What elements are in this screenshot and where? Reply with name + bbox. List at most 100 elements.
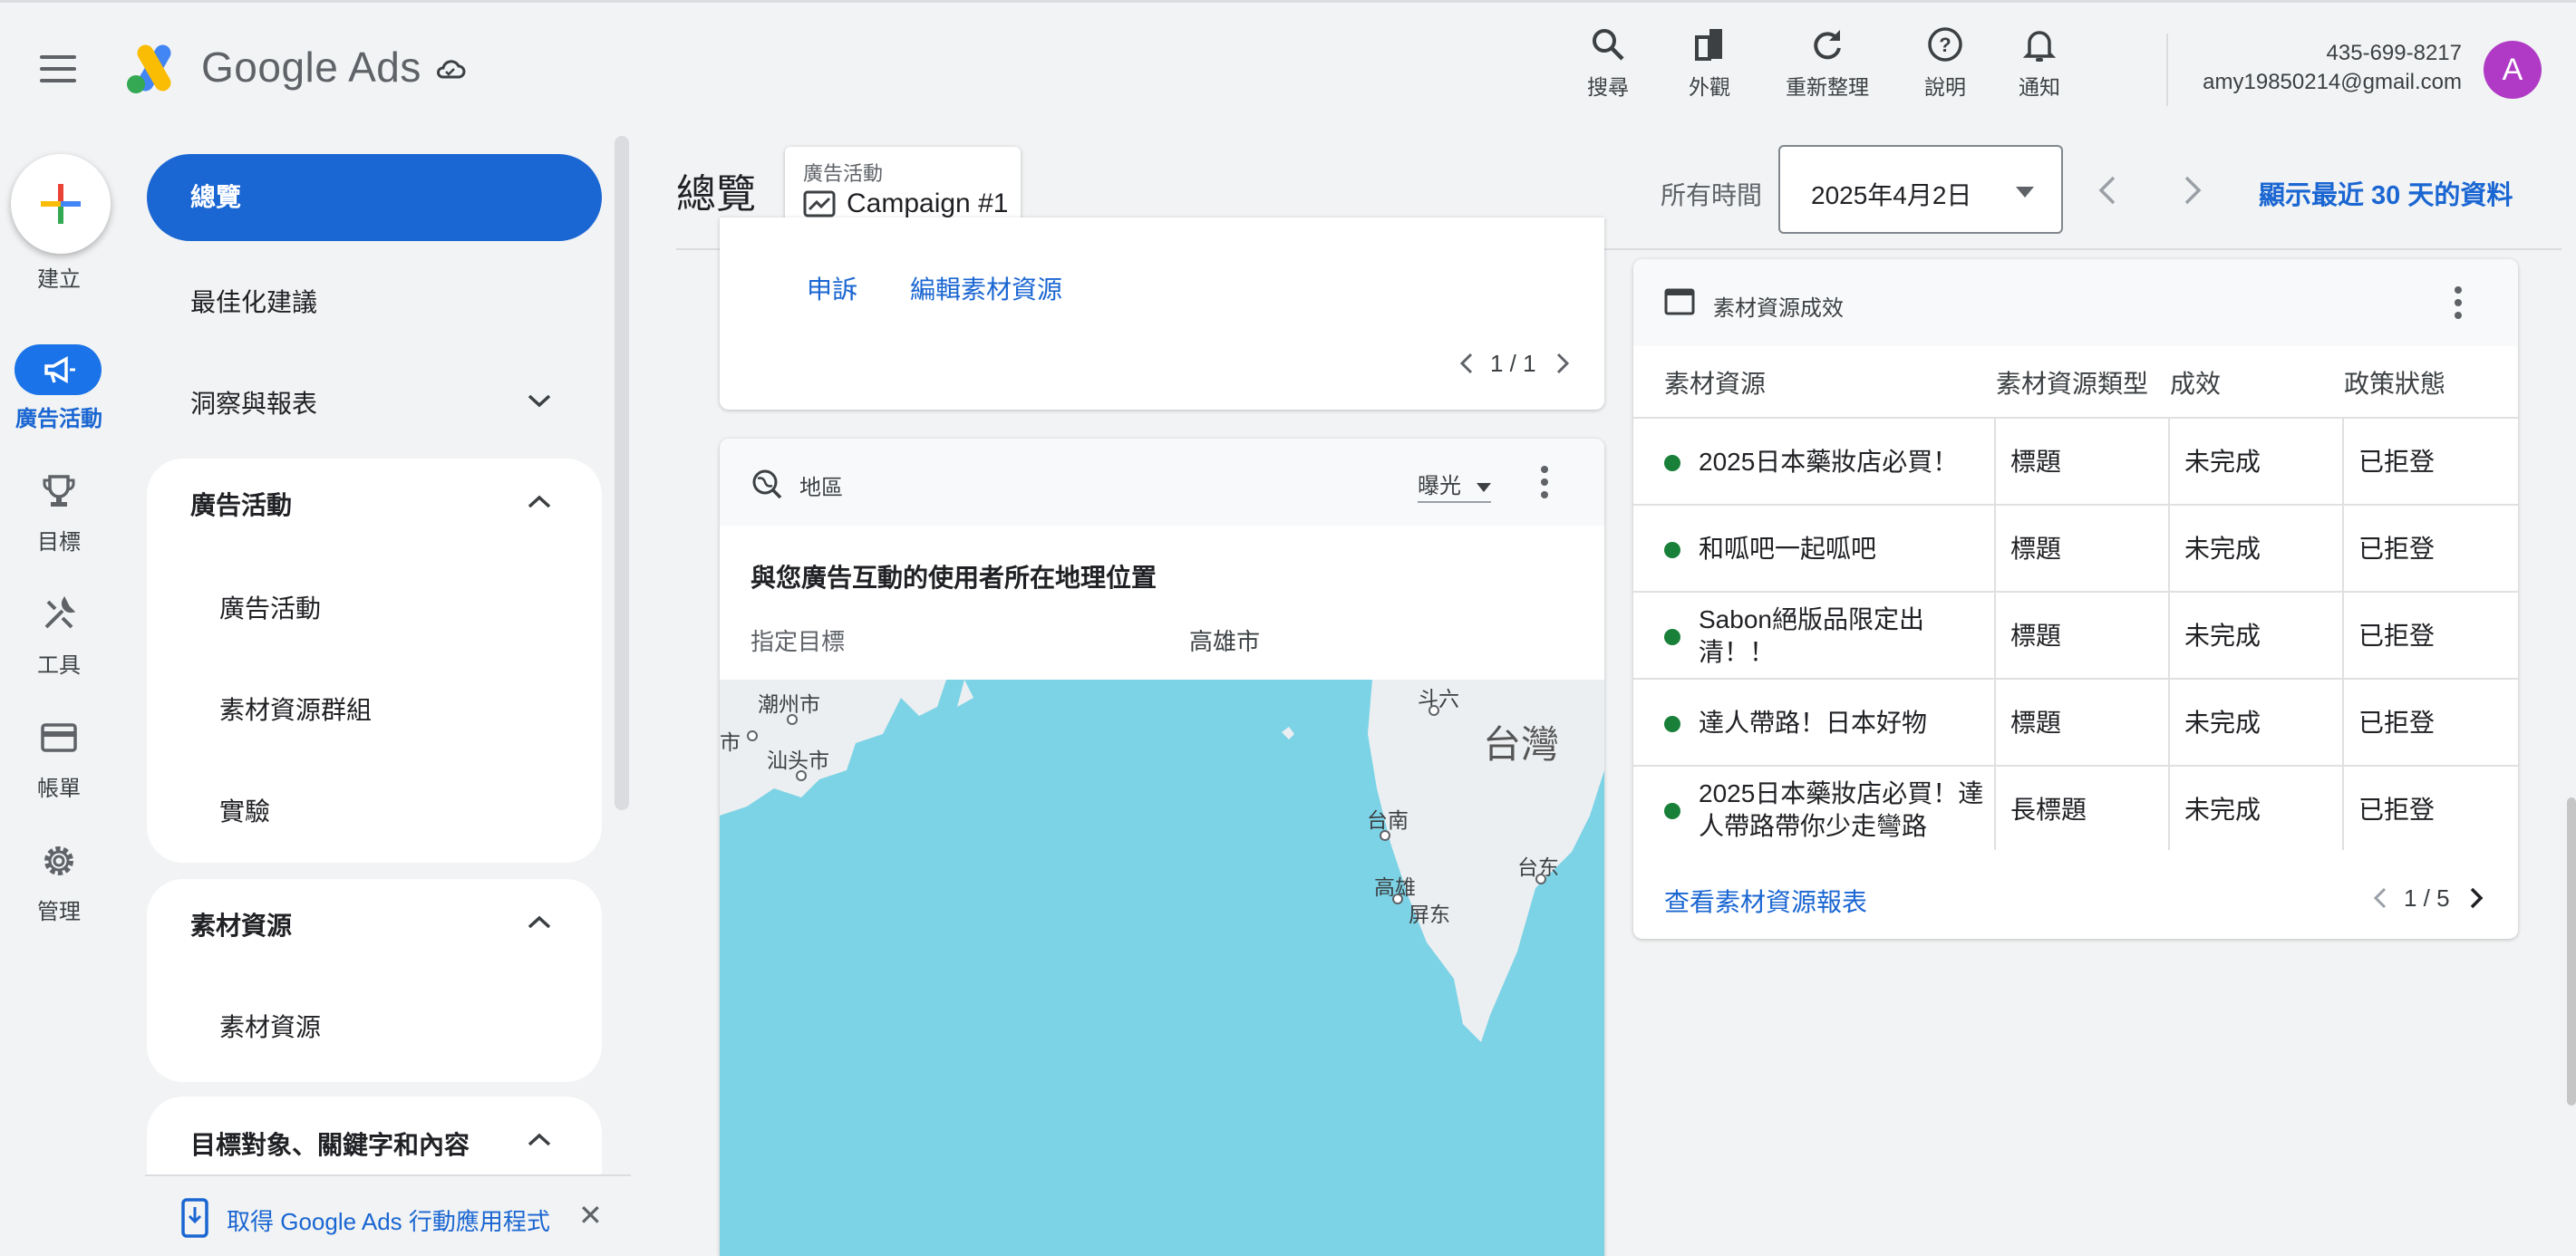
previous-period-icon[interactable]	[2094, 172, 2121, 208]
page-scrollbar[interactable]	[2567, 797, 2576, 1106]
nav-section-campaigns[interactable]: 廣告活動	[190, 486, 292, 522]
asset-name: Sabon絕版品限定出清！！	[1699, 605, 1924, 666]
help-button[interactable]: ? 說明	[1891, 24, 2000, 101]
map-label: 汕头市	[767, 749, 829, 772]
table-row[interactable]: 達人帶路！日本好物 標題 未完成 已拒登	[1633, 678, 2518, 765]
nav-item-insights[interactable]: 洞察與報表	[190, 384, 317, 420]
campaign-chip-label: 廣告活動	[803, 162, 884, 185]
rail-label-billing[interactable]: 帳單	[0, 770, 118, 802]
account-email[interactable]: amy19850214@gmail.com	[2203, 70, 2462, 95]
megaphone-icon	[44, 355, 75, 384]
ad-preview-card: 申訴 編輯素材資源 1 / 1	[720, 217, 1604, 410]
nav-section-targeting[interactable]: 目標對象、關鍵字和內容	[190, 1126, 470, 1162]
notifications-label: 通知	[2019, 75, 2060, 99]
rail-item-billing[interactable]	[0, 718, 118, 758]
column-header-policy[interactable]: 政策狀態	[2344, 364, 2445, 401]
rail-item-goals[interactable]	[0, 471, 118, 511]
refresh-button[interactable]: 重新整理	[1773, 24, 1882, 101]
edit-asset-link[interactable]: 編輯素材資源	[910, 270, 1062, 306]
dropdown-caret-icon	[1476, 482, 1491, 492]
nav-item-assets[interactable]: 素材資源	[219, 1008, 321, 1044]
chevron-up-icon[interactable]	[526, 913, 553, 932]
view-asset-report-link[interactable]: 查看素材資源報表	[1664, 883, 1867, 919]
geo-col-target: 指定目標	[751, 628, 846, 655]
map-land	[720, 680, 1604, 1042]
column-divider	[2168, 417, 2170, 850]
brand-name[interactable]: Google Ads	[201, 43, 421, 92]
main-menu-icon[interactable]	[40, 55, 76, 82]
next-period-icon[interactable]	[2179, 172, 2206, 208]
google-ads-logo-icon[interactable]	[123, 41, 183, 95]
policy-status: 已拒登	[2358, 709, 2436, 737]
chevron-left-icon[interactable]	[2371, 884, 2389, 912]
rail-label-goals[interactable]: 目標	[0, 524, 118, 556]
appearance-button[interactable]: 外觀	[1655, 24, 1764, 101]
asset-name: 和呱吧一起呱吧	[1699, 535, 1877, 563]
status-dot	[1664, 629, 1680, 645]
geo-metric-select[interactable]: 曝光	[1418, 468, 1491, 503]
rail-item-tools[interactable]	[0, 594, 118, 634]
table-row[interactable]: Sabon絕版品限定出清！！ 標題 未完成 已拒登	[1633, 591, 2518, 678]
geo-map[interactable]: 潮州市 市 汕头市 斗六 台灣 台南 台东 高雄 屏东	[720, 680, 1604, 1256]
app-banner-text[interactable]: 取得 Google Ads 行動應用程式	[227, 1203, 550, 1237]
rail-label-tools[interactable]: 工具	[0, 647, 118, 679]
asset-type: 標題	[2010, 622, 2062, 650]
app-download-banner[interactable]: 取得 Google Ads 行動應用程式 ✕	[145, 1174, 631, 1256]
asset-type: 長標題	[2010, 796, 2087, 824]
column-header-performance[interactable]: 成效	[2170, 364, 2221, 401]
chevron-right-icon[interactable]	[1554, 350, 1572, 377]
rail-label-admin[interactable]: 管理	[0, 894, 118, 925]
show-last-30-days-link[interactable]: 顯示最近 30 天的資料	[2259, 174, 2513, 212]
chevron-right-icon[interactable]	[2467, 884, 2485, 912]
status-dot	[1664, 803, 1680, 819]
trophy-icon	[43, 475, 75, 507]
ad-preview-pager: 1 / 1	[1490, 350, 1536, 377]
chevron-up-icon[interactable]	[526, 1131, 553, 1149]
more-options-icon[interactable]	[2455, 286, 2462, 324]
map-city-dot	[787, 714, 798, 725]
more-options-icon[interactable]	[1541, 466, 1548, 504]
create-button[interactable]	[11, 154, 111, 254]
column-divider	[2342, 417, 2344, 850]
nav-item-asset-groups[interactable]: 素材資源群組	[219, 691, 372, 727]
cloud-sync-icon	[436, 60, 466, 79]
map-label: 市	[720, 730, 741, 754]
tools-icon	[44, 595, 76, 629]
window-icon	[1664, 288, 1695, 315]
rail-item-campaigns[interactable]	[0, 350, 118, 390]
asset-name: 2025日本藥妝店必買！	[1699, 448, 1959, 476]
chevron-up-icon[interactable]	[526, 493, 553, 511]
status-dot	[1664, 542, 1680, 558]
date-range-selector[interactable]: 2025年4月2日	[1778, 145, 2063, 234]
nav-item-recommendations[interactable]: 最佳化建議	[190, 283, 317, 319]
nav-item-campaigns[interactable]: 廣告活動	[219, 589, 321, 625]
column-header-type[interactable]: 素材資源類型	[1996, 364, 2148, 401]
account-phone[interactable]: 435-699-8217	[2327, 41, 2462, 66]
geo-metric-value: 曝光	[1418, 474, 1461, 498]
column-header-asset[interactable]: 素材資源	[1664, 364, 1766, 401]
map-label: 潮州市	[758, 692, 820, 716]
rail-item-admin[interactable]	[0, 841, 118, 881]
close-icon[interactable]: ✕	[578, 1198, 603, 1232]
table-row[interactable]: 和呱吧一起呱吧 標題 未完成 已拒登	[1633, 504, 2518, 591]
nav-item-overview[interactable]: 總覽	[147, 154, 602, 241]
chevron-down-icon[interactable]	[526, 391, 553, 410]
map-label: 台南	[1367, 808, 1409, 832]
nav-section-assets[interactable]: 素材資源	[190, 906, 292, 942]
geo-col-value: 高雄市	[1189, 628, 1261, 655]
nav-scrollbar[interactable]	[615, 136, 629, 810]
date-value: 2025年4月2日	[1811, 181, 1972, 209]
nav-item-experiments[interactable]: 實驗	[219, 792, 270, 828]
topbar-divider	[2166, 34, 2168, 106]
rail-label-campaigns[interactable]: 廣告活動	[0, 401, 118, 432]
notifications-button[interactable]: 通知	[1985, 24, 2094, 101]
appeal-link[interactable]: 申訴	[807, 270, 857, 306]
table-row[interactable]: 2025日本藥妝店必買！達人帶路帶你少走彎路 長標題 未完成 已拒登	[1633, 765, 2518, 850]
map-city-dot	[1380, 830, 1390, 841]
avatar[interactable]: A	[2484, 41, 2542, 99]
table-row[interactable]: 2025日本藥妝店必買！ 標題 未完成 已拒登	[1633, 417, 2518, 504]
search-button[interactable]: 搜尋	[1554, 24, 1662, 101]
chevron-left-icon[interactable]	[1457, 350, 1476, 377]
asset-performance: 未完成	[2184, 709, 2261, 737]
asset-performance-card: 素材資源成效 素材資源 素材資源類型 成效 政策狀態 2025日本藥妝店必買！ …	[1633, 259, 2518, 939]
